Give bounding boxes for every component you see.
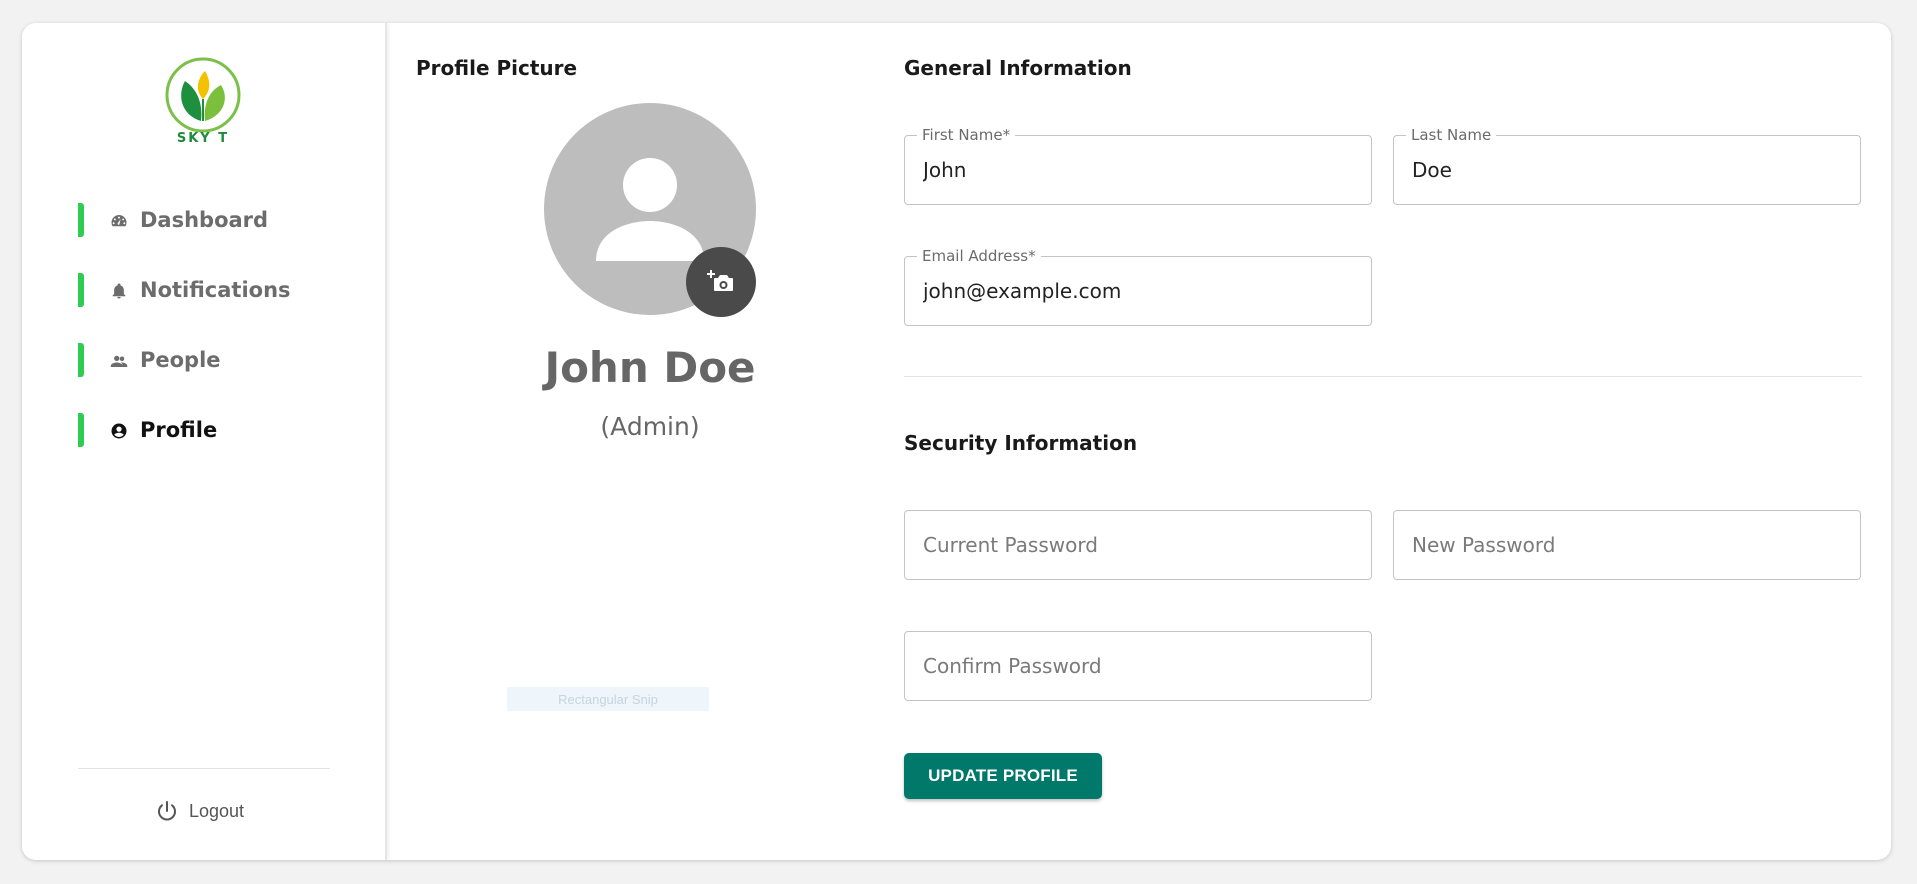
leaf-logo-icon — [165, 57, 241, 133]
main-card: SKY T Dashboard Notifications People Pro… — [22, 23, 1891, 860]
dashboard-gauge-icon — [110, 212, 128, 230]
new-password-input[interactable] — [1412, 511, 1842, 579]
account-circle-icon — [110, 422, 128, 440]
email-field[interactable]: Email Address* — [904, 247, 1372, 326]
email-input[interactable] — [923, 257, 1353, 325]
sidebar: SKY T Dashboard Notifications People Pro… — [22, 23, 387, 860]
bell-icon — [110, 282, 128, 300]
logout-label: Logout — [189, 800, 245, 821]
logout-button[interactable]: Logout — [155, 798, 244, 824]
sidebar-item-people[interactable]: People — [78, 343, 358, 377]
profile-role: (Admin) — [600, 412, 700, 441]
security-info-title: Security Information — [904, 431, 1138, 455]
profile-picture-title: Profile Picture — [416, 56, 578, 80]
sidebar-item-label: Dashboard — [140, 208, 269, 232]
nav-accent-bar — [78, 343, 84, 377]
sidebar-item-dashboard[interactable]: Dashboard — [78, 203, 358, 237]
sidebar-item-label: People — [140, 348, 221, 372]
update-profile-button[interactable]: UPDATE PROFILE — [904, 753, 1102, 799]
brand-logo: SKY T — [163, 55, 243, 155]
rectangular-snip-overlay: Rectangular Snip — [507, 687, 709, 711]
confirm-password-input[interactable] — [923, 632, 1353, 700]
confirm-password-field[interactable] — [904, 631, 1372, 701]
general-info-title: General Information — [904, 56, 1132, 80]
current-password-field[interactable] — [904, 510, 1372, 580]
first-name-field[interactable]: First Name* — [904, 126, 1372, 205]
first-name-input[interactable] — [923, 136, 1353, 204]
new-password-field[interactable] — [1393, 510, 1861, 580]
nav-accent-bar — [78, 413, 84, 447]
last-name-field[interactable]: Last Name — [1393, 126, 1861, 205]
sidebar-item-label: Profile — [140, 418, 218, 442]
profile-name: John Doe — [544, 343, 756, 392]
sidebar-item-notifications[interactable]: Notifications — [78, 273, 358, 307]
section-divider — [904, 376, 1862, 377]
people-icon — [110, 352, 128, 370]
sidebar-item-label: Notifications — [140, 278, 291, 302]
brand-name: SKY T — [176, 131, 230, 146]
nav-accent-bar — [78, 273, 84, 307]
sidebar-item-profile[interactable]: Profile — [78, 413, 358, 447]
change-photo-button[interactable] — [686, 247, 756, 317]
current-password-input[interactable] — [923, 511, 1353, 579]
last-name-input[interactable] — [1412, 136, 1842, 204]
power-icon — [158, 801, 176, 821]
sidebar-divider — [78, 768, 330, 769]
add-photo-camera-icon — [707, 270, 733, 291]
nav-accent-bar — [78, 203, 84, 237]
